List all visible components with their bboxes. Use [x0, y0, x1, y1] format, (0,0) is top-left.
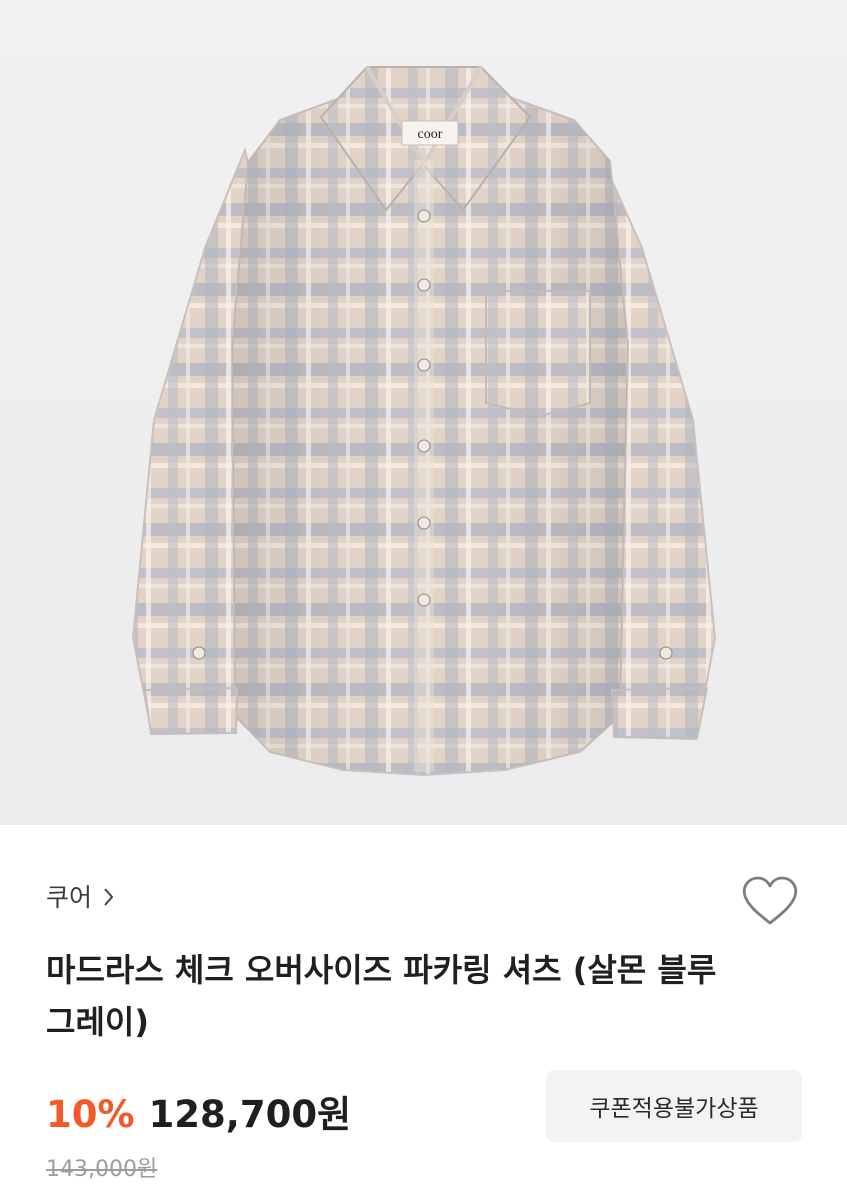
original-price: 143,000원: [46, 1157, 158, 1182]
shirt-label-text: coor: [418, 127, 443, 142]
coupon-status-button[interactable]: 쿠폰적용불가상품: [546, 1070, 802, 1142]
shirt-illustration: coor: [131, 65, 717, 777]
brand-link[interactable]: 쿠어: [46, 878, 116, 914]
discount-rate: 10%: [46, 1093, 135, 1136]
brand-name: 쿠어: [46, 883, 93, 912]
wishlist-button[interactable]: [740, 872, 800, 930]
heart-outline-icon: [742, 876, 798, 925]
sale-price: 128,700원: [148, 1093, 352, 1136]
product-image[interactable]: coor: [0, 0, 847, 825]
chevron-right-icon: [102, 885, 116, 907]
product-title: 마드라스 체크 오버사이즈 파카링 셔츠 (살몬 블루그레이): [46, 951, 717, 1041]
price-row: 10% 128,700원: [46, 1084, 351, 1138]
